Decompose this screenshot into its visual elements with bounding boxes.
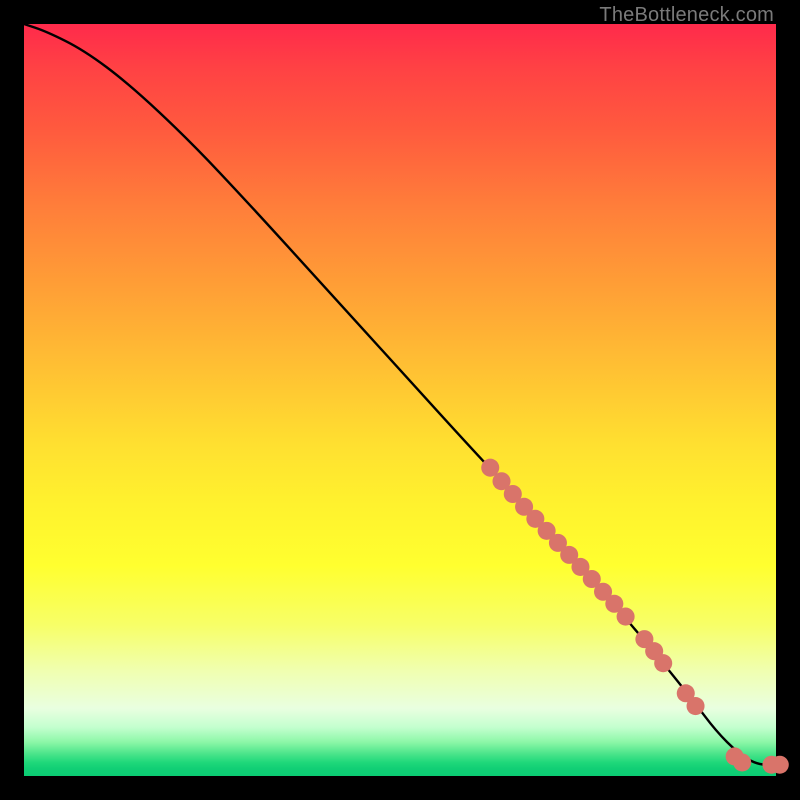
main-curve	[24, 24, 776, 765]
data-point	[687, 697, 705, 715]
data-point	[654, 654, 672, 672]
chart-svg	[24, 24, 776, 776]
chart-frame: TheBottleneck.com	[0, 0, 800, 800]
data-point	[733, 753, 751, 771]
plot-area	[24, 24, 776, 776]
marker-cluster	[481, 459, 789, 774]
data-point	[617, 608, 635, 626]
data-point	[771, 756, 789, 774]
watermark-text: TheBottleneck.com	[599, 4, 774, 27]
